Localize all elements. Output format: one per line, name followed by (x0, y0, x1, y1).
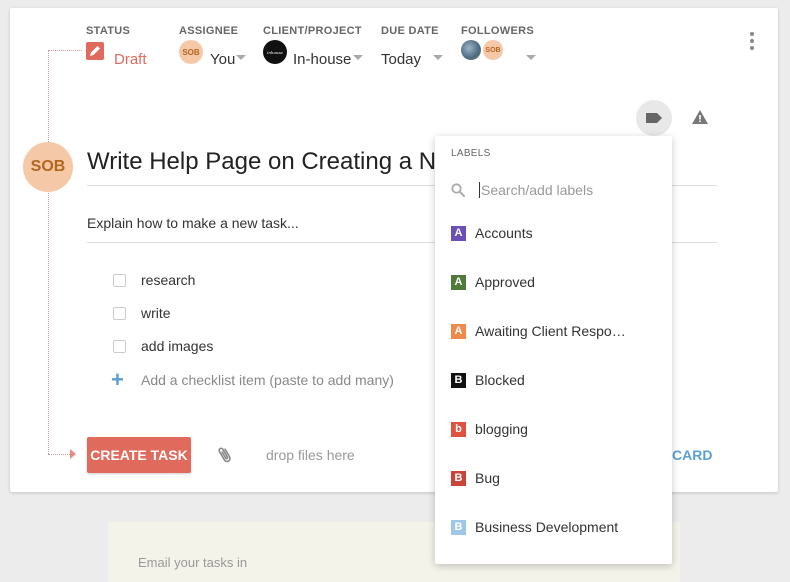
label-option-blogging[interactable]: b blogging (451, 419, 661, 439)
label-badge: B (451, 372, 466, 388)
drop-files-text[interactable]: drop files here (266, 447, 355, 463)
create-task-button[interactable]: CREATE TASK (87, 437, 191, 473)
status-label: STATUS (86, 25, 131, 37)
assignee-chevron-down-icon[interactable] (236, 55, 246, 60)
label-badge: A (451, 323, 466, 339)
label-option-bug[interactable]: B Bug (451, 468, 661, 488)
due-date-label: DUE DATE (381, 25, 439, 37)
label-name: Approved (475, 274, 535, 290)
checklist-label: research (141, 272, 196, 288)
email-panel-text: Email your tasks in (138, 555, 248, 570)
follower-avatar[interactable]: SOB (483, 40, 503, 60)
assignee-avatar[interactable]: SOB (179, 40, 203, 64)
label-option-blocked[interactable]: B Blocked (451, 370, 661, 390)
label-badge: b (451, 421, 466, 437)
connector-line-top (48, 50, 82, 51)
plus-icon: + (111, 367, 124, 392)
followers-chevron-down-icon[interactable] (526, 55, 536, 60)
checklist-item[interactable]: write (113, 303, 171, 323)
text-cursor (479, 182, 480, 198)
label-button[interactable] (636, 100, 672, 136)
task-owner-avatar: SOB (23, 142, 73, 192)
label-name: blogging (475, 421, 528, 437)
label-option-business-development[interactable]: B Business Development (451, 517, 661, 537)
label-option-awaiting-client-response[interactable]: A Awaiting Client Respo… (451, 321, 661, 341)
labels-header: LABELS (451, 148, 491, 159)
follower-photo-avatar[interactable] (461, 40, 481, 60)
client-label: CLIENT/PROJECT (263, 25, 362, 37)
assignee-label: ASSIGNEE (179, 25, 239, 37)
checklist-checkbox[interactable] (113, 339, 126, 353)
checklist-checkbox[interactable] (113, 273, 126, 287)
tag-icon (646, 113, 662, 123)
checklist-checkbox[interactable] (113, 306, 126, 320)
warning-icon[interactable] (692, 110, 708, 124)
search-icon (451, 183, 465, 197)
label-name: Awaiting Client Respo… (475, 323, 626, 339)
due-date-chevron-down-icon[interactable] (433, 55, 443, 60)
label-name: Blocked (475, 372, 525, 388)
connector-line (48, 50, 49, 454)
client-chevron-down-icon[interactable] (353, 55, 363, 60)
label-option-accounts[interactable]: A Accounts (451, 223, 661, 243)
label-name: Business Development (475, 519, 619, 535)
label-badge: B (451, 470, 466, 486)
client-logo-icon: inhouse (263, 40, 287, 64)
discard-button[interactable]: CARD (672, 447, 712, 463)
label-badge: A (451, 274, 466, 290)
label-name: Accounts (475, 225, 533, 241)
labels-search[interactable] (451, 174, 661, 206)
followers-label: FOLLOWERS (461, 25, 534, 37)
checklist-label: add images (141, 338, 214, 354)
label-name: Bug (475, 470, 500, 486)
connector-line-bottom (48, 454, 70, 455)
client-value[interactable]: In-house (293, 51, 351, 68)
connector-arrow-icon (70, 449, 76, 459)
pencil-icon[interactable] (86, 42, 104, 60)
labels-dropdown: LABELS A Accounts A Approved A Awaiting … (435, 136, 672, 564)
label-badge: B (451, 519, 466, 535)
labels-search-input[interactable] (481, 182, 651, 198)
kebab-icon[interactable] (750, 32, 754, 50)
status-value[interactable]: Draft (114, 51, 147, 68)
label-badge: A (451, 225, 466, 241)
checklist-item[interactable]: add images (113, 336, 213, 356)
add-checklist-label: Add a checklist item (paste to add many) (141, 372, 394, 388)
assignee-value[interactable]: You (210, 51, 235, 68)
due-date-value[interactable]: Today (381, 51, 421, 68)
paperclip-icon[interactable] (218, 445, 232, 465)
add-checklist-item[interactable]: + Add a checklist item (paste to add man… (111, 367, 394, 392)
checklist-label: write (141, 305, 171, 321)
label-option-approved[interactable]: A Approved (451, 272, 661, 292)
checklist-item[interactable]: research (113, 270, 195, 290)
